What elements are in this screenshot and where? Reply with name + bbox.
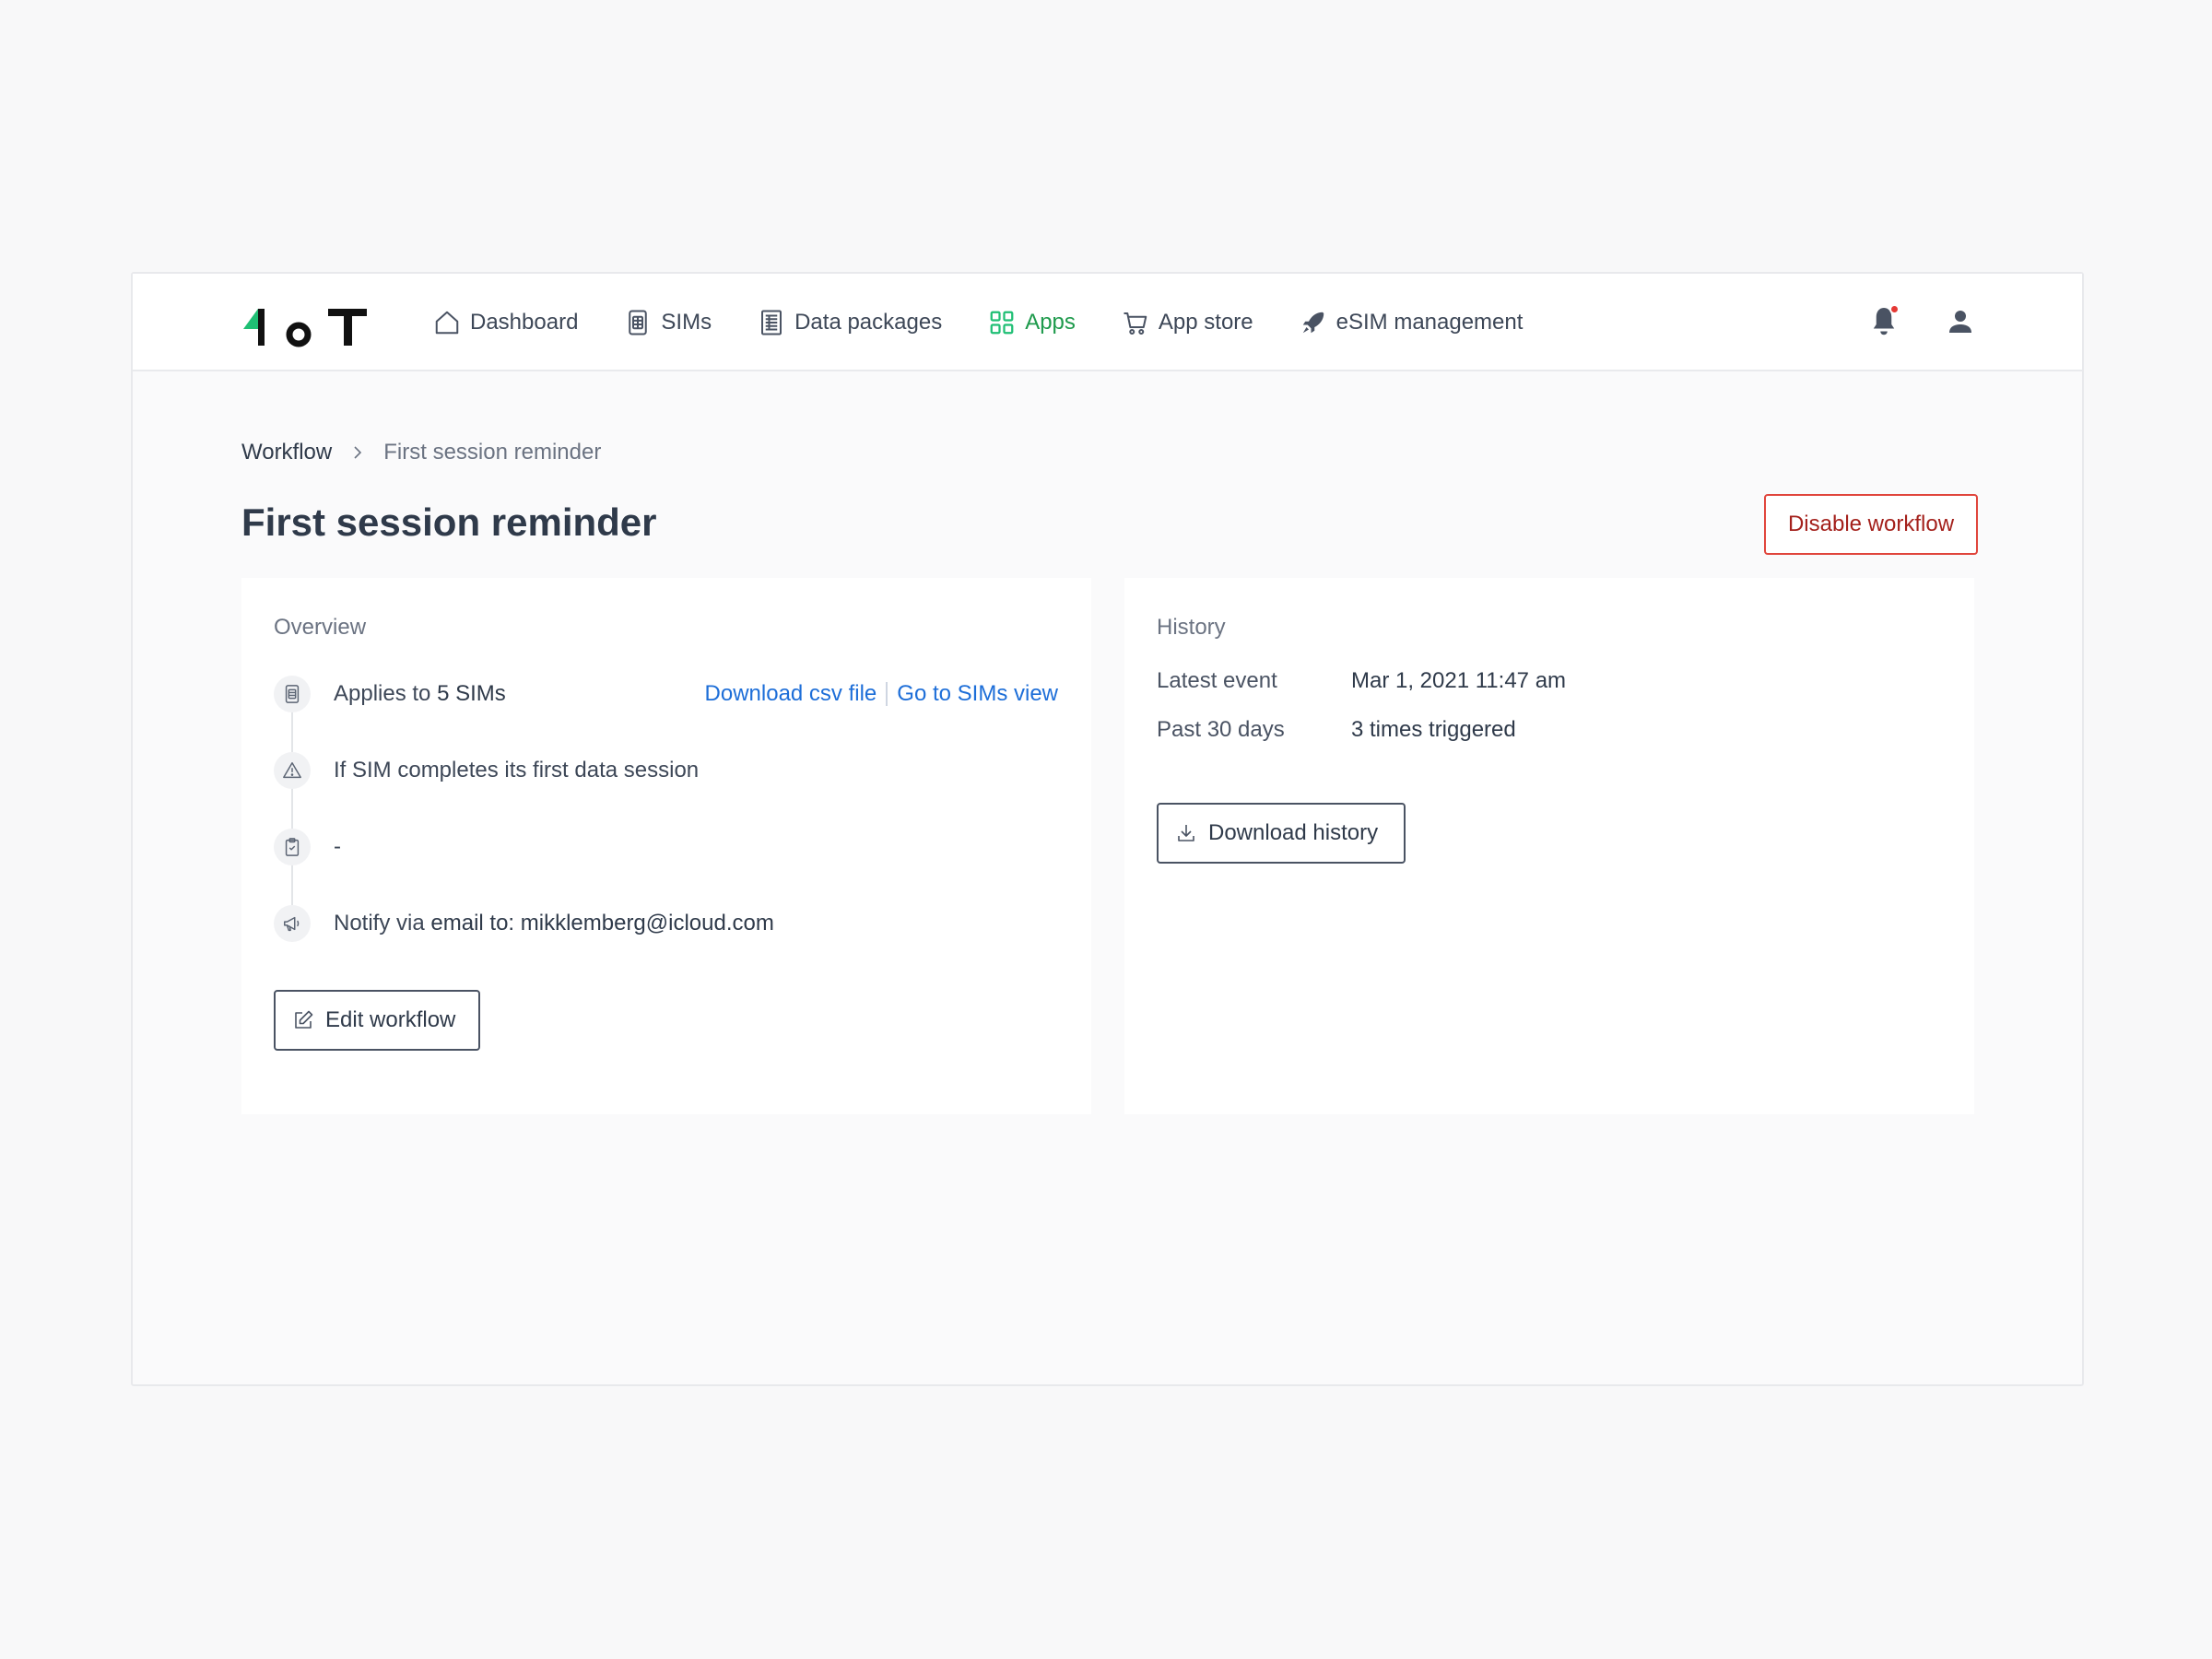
history-key: Latest event <box>1157 668 1277 693</box>
main-nav: Dashboard SIMs Data packages Apps App st… <box>433 274 1569 371</box>
nav-item-apps[interactable]: Apps <box>988 309 1076 336</box>
download-csv-link[interactable]: Download csv file <box>705 681 877 707</box>
edit-workflow-label: Edit workflow <box>325 1007 456 1032</box>
step-condition: If SIM completes its first data session <box>274 750 1057 791</box>
timeline-connector <box>291 712 293 752</box>
history-row-past-30-days: Past 30 days 3 times triggered <box>1157 717 1516 743</box>
megaphone-icon <box>274 905 311 942</box>
breadcrumb-parent-link[interactable]: Workflow <box>241 440 332 465</box>
timeline-connector <box>291 865 293 905</box>
breadcrumb-current: First session reminder <box>383 440 602 465</box>
history-value: Mar 1, 2021 11:47 am <box>1351 668 1567 693</box>
clipboard-check-icon <box>274 829 311 865</box>
overview-label: Overview <box>274 615 367 640</box>
step-action: - <box>274 827 1057 867</box>
home-icon <box>435 311 459 335</box>
nav-item-data-packages[interactable]: Data packages <box>758 309 942 336</box>
applies-count: 5 SIMs <box>437 681 506 706</box>
warning-triangle-icon <box>274 752 311 789</box>
download-history-button[interactable]: Download history <box>1157 803 1406 864</box>
history-key: Past 30 days <box>1157 717 1285 742</box>
nav-label: Apps <box>1025 310 1076 335</box>
nav-label: Dashboard <box>470 310 579 335</box>
chevron-right-icon <box>354 446 362 459</box>
document-list-icon <box>761 310 782 335</box>
page-title: First session reminder <box>241 500 657 544</box>
link-divider <box>886 682 888 706</box>
breadcrumb: Workflow First session reminder <box>241 440 601 465</box>
notify-prefix: Notify via <box>334 911 431 935</box>
notification-unread-dot <box>1889 304 1900 314</box>
top-navigation-bar: Dashboard SIMs Data packages Apps App st… <box>133 274 2082 371</box>
history-row-latest-event: Latest event Mar 1, 2021 11:47 am <box>1157 668 1566 694</box>
applies-prefix: Applies to <box>334 681 438 706</box>
history-card: History Latest event Mar 1, 2021 11:47 a… <box>1124 578 1974 1114</box>
download-history-label: Download history <box>1208 820 1379 845</box>
nav-label: SIMs <box>661 310 712 335</box>
action-value: - <box>334 834 341 859</box>
applies-to-text: Applies to 5 SIMs <box>334 681 506 707</box>
history-label: History <box>1157 615 1226 640</box>
edit-workflow-button[interactable]: Edit workflow <box>274 990 480 1051</box>
nav-item-sims[interactable]: SIMs <box>624 309 712 336</box>
step-notify: Notify via email to: mikklemberg@icloud.… <box>274 903 1057 944</box>
edit-pencil-icon <box>295 1010 313 1029</box>
timeline-connector <box>291 788 293 829</box>
sims-links: Download csv file Go to SIMs view <box>705 674 1058 714</box>
apps-grid-icon <box>990 311 1014 335</box>
nav-item-dashboard[interactable]: Dashboard <box>433 309 578 336</box>
condition-text: If SIM completes its first data session <box>334 758 700 782</box>
app-window: Dashboard SIMs Data packages Apps App st… <box>131 272 2084 1386</box>
user-account-icon[interactable] <box>1944 305 1977 338</box>
history-value: 3 times triggered <box>1351 717 1516 742</box>
rocket-icon <box>1302 312 1324 334</box>
brand-logo[interactable] <box>241 301 371 347</box>
nav-label: Data packages <box>794 310 943 335</box>
nav-label: eSIM management <box>1335 310 1524 335</box>
sim-card-icon <box>274 676 311 712</box>
go-to-sims-link[interactable]: Go to SIMs view <box>897 681 1058 707</box>
nav-label: App store <box>1158 310 1253 335</box>
notify-target: email to: mikklemberg@icloud.com <box>430 911 774 935</box>
notify-text: Notify via email to: mikklemberg@icloud.… <box>334 911 774 936</box>
nav-item-esim-management[interactable]: eSIM management <box>1300 309 1524 336</box>
nav-item-app-store[interactable]: App store <box>1122 309 1253 336</box>
sim-card-icon <box>629 310 648 335</box>
cart-icon <box>1124 312 1147 335</box>
disable-workflow-button[interactable]: Disable workflow <box>1764 494 1978 555</box>
download-icon <box>1178 825 1194 841</box>
overview-card: Overview Applies to 5 SIMs Download csv … <box>241 578 1091 1114</box>
